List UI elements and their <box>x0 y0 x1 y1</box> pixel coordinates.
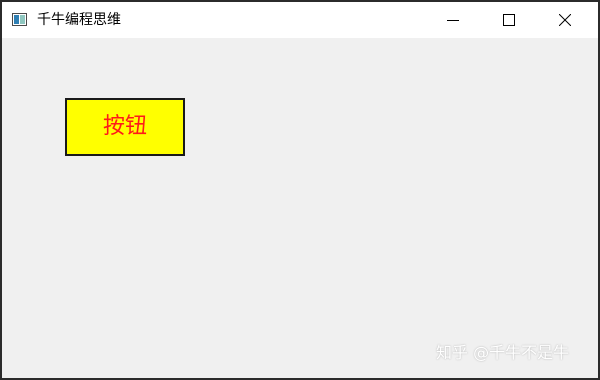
app-window: 千牛编程思维 按钮 <box>0 0 600 380</box>
watermark: 知乎 @千牛不是牛 <box>436 343 570 362</box>
maximize-icon <box>503 14 515 26</box>
minimize-icon <box>447 20 459 21</box>
main-button[interactable]: 按钮 <box>65 98 185 156</box>
maximize-button[interactable] <box>486 2 532 38</box>
minimize-button[interactable] <box>430 2 476 38</box>
window-title: 千牛编程思维 <box>37 12 121 28</box>
close-button[interactable] <box>542 2 588 38</box>
close-icon <box>559 14 571 26</box>
title-bar[interactable]: 千牛编程思维 <box>2 2 598 38</box>
app-icon <box>12 13 27 26</box>
